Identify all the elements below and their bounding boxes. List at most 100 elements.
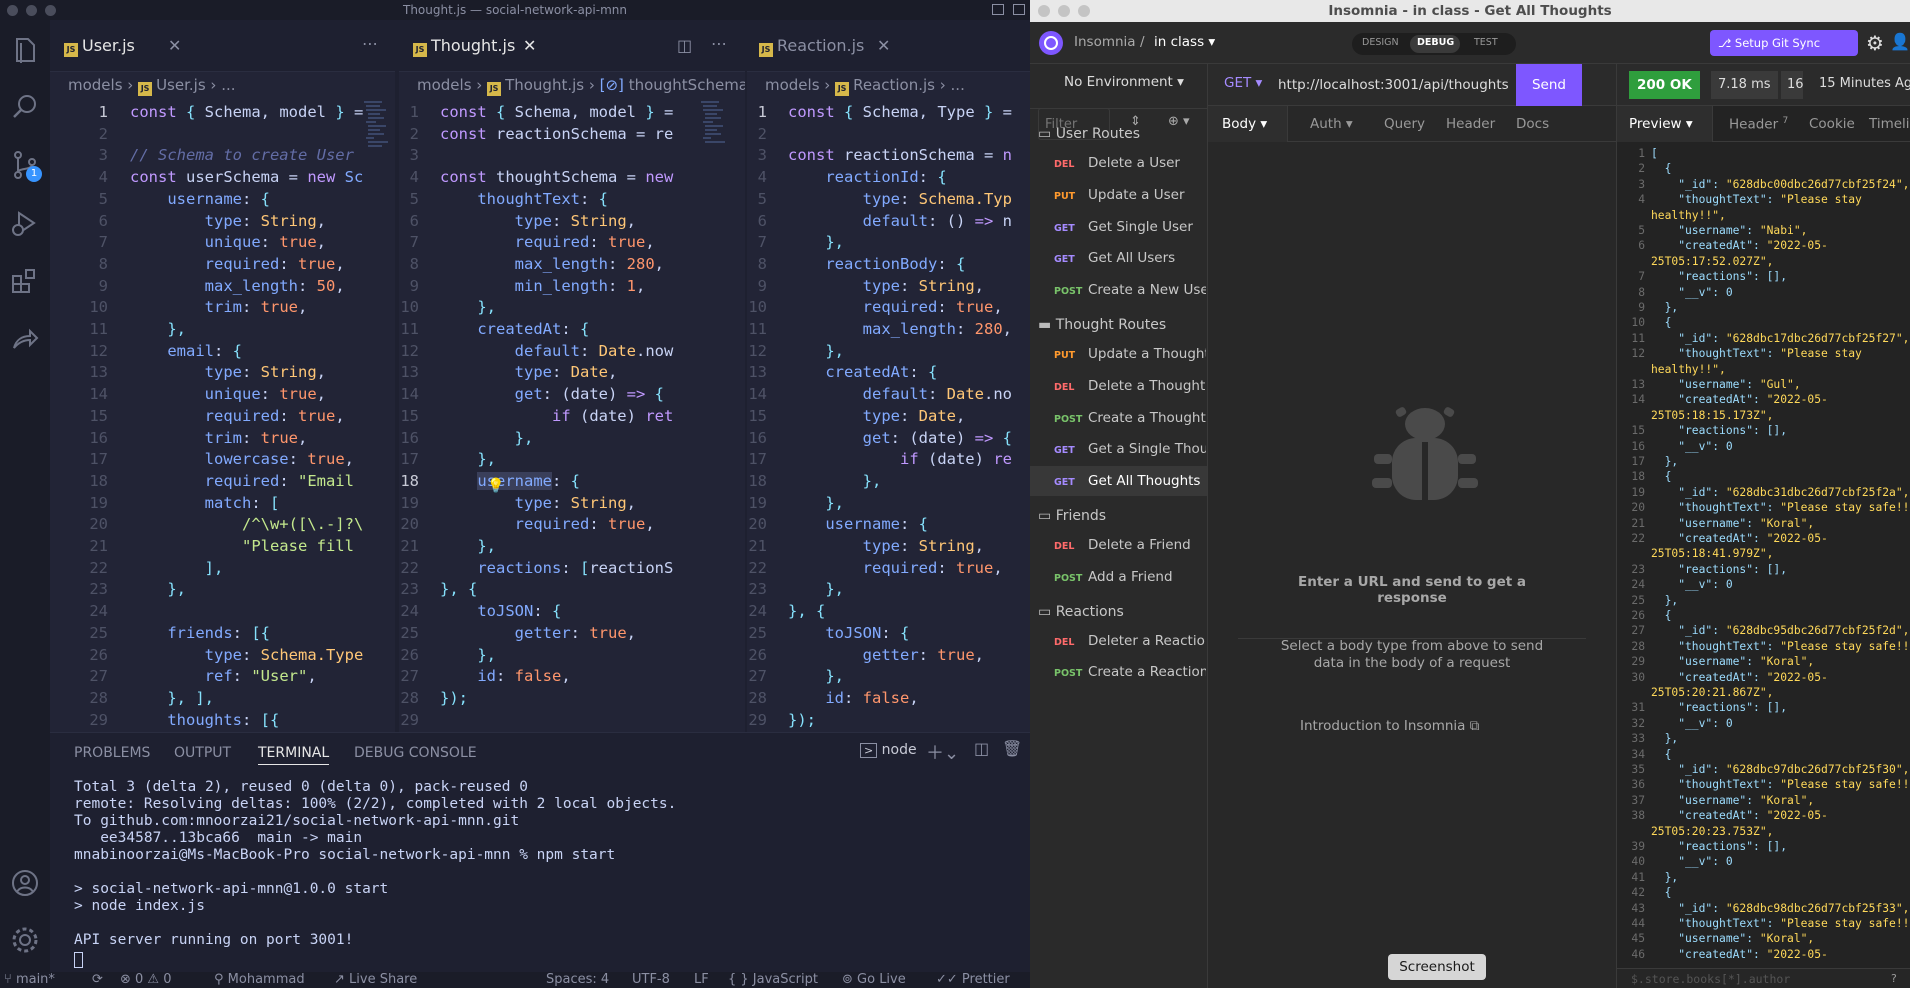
request-item[interactable]: GET Get All Thoughts bbox=[1030, 466, 1207, 497]
language-status[interactable]: { } JavaScript bbox=[728, 972, 818, 988]
folder-user-routes[interactable]: ▭ User Routes bbox=[1038, 126, 1140, 142]
breadcrumb-folder[interactable]: models bbox=[765, 76, 820, 94]
request-item[interactable]: POST Create a New User bbox=[1040, 275, 1206, 305]
terminal-shell-selector[interactable]: > node bbox=[860, 742, 917, 758]
breadcrumb-folder[interactable]: models bbox=[417, 76, 472, 94]
help-icon[interactable]: ? bbox=[1891, 972, 1897, 985]
breadcrumb-folder[interactable]: models bbox=[68, 76, 123, 94]
tab-cookie[interactable]: Cookie bbox=[1809, 116, 1855, 132]
request-item[interactable]: PUT Update a User bbox=[1040, 180, 1206, 210]
request-item[interactable]: DEL Deleter a Reaction bbox=[1040, 626, 1206, 656]
introduction-link[interactable]: Introduction to Insomnia ⧉ bbox=[1300, 718, 1479, 734]
tab-problems[interactable]: PROBLEMS bbox=[74, 745, 150, 761]
kill-terminal-icon[interactable]: 🗑 bbox=[1002, 739, 1022, 758]
search-icon[interactable] bbox=[8, 90, 42, 124]
tab-reaction-js[interactable]: JS Reaction.js bbox=[759, 34, 864, 58]
tab-user-js[interactable]: JS User.js bbox=[64, 34, 135, 58]
add-request-icon[interactable]: ⊕ ▾ bbox=[1168, 114, 1190, 129]
request-item[interactable]: DEL Delete a User bbox=[1040, 148, 1206, 178]
close-tab-icon[interactable]: ✕ bbox=[877, 34, 890, 58]
tab-debug-console[interactable]: DEBUG CONSOLE bbox=[354, 745, 477, 761]
preferences-gear-icon[interactable]: ⚙ bbox=[1866, 31, 1884, 55]
folder-friends[interactable]: ▭ Friends bbox=[1038, 508, 1106, 524]
breadcrumb-file[interactable]: Reaction.js bbox=[853, 76, 935, 94]
response-filter-input[interactable]: $.store.books[*].author bbox=[1631, 972, 1790, 986]
live-share-icon[interactable] bbox=[8, 322, 42, 356]
account-icon[interactable]: 👤 bbox=[1890, 32, 1910, 51]
explorer-icon[interactable] bbox=[8, 34, 42, 68]
split-editor-icon[interactable]: ◫ bbox=[677, 34, 692, 58]
request-item[interactable]: POST Add a Friend bbox=[1040, 562, 1206, 592]
account-icon[interactable] bbox=[8, 866, 42, 900]
minimap[interactable] bbox=[362, 98, 390, 158]
settings-gear-icon[interactable] bbox=[8, 923, 42, 957]
encoding-status[interactable]: UTF-8 bbox=[632, 972, 670, 988]
request-item[interactable]: GET Get a Single Thou... bbox=[1040, 434, 1206, 464]
more-actions-icon[interactable]: ⋯ bbox=[711, 32, 727, 56]
request-item[interactable]: GET Get All Users bbox=[1040, 243, 1206, 273]
tab-docs[interactable]: Docs bbox=[1516, 116, 1549, 132]
sync-icon[interactable]: ⟳ bbox=[92, 972, 103, 988]
environment-selector[interactable]: No Environment ▾ bbox=[1064, 74, 1184, 90]
history-selector[interactable]: 15 Minutes Ago ▾ bbox=[1819, 76, 1910, 91]
send-button[interactable]: Send bbox=[1516, 64, 1582, 106]
tab-terminal[interactable]: TERMINAL bbox=[258, 745, 330, 765]
zoom-window-button[interactable] bbox=[45, 5, 56, 16]
eol-status[interactable]: LF bbox=[694, 972, 709, 988]
tab-header[interactable]: Header bbox=[1446, 116, 1495, 132]
problems-indicator[interactable]: ⊗ 0 ⚠ 0 bbox=[120, 972, 172, 988]
indentation-status[interactable]: Spaces: 4 bbox=[546, 972, 609, 988]
close-window-button[interactable] bbox=[7, 5, 18, 16]
close-window-button[interactable] bbox=[1038, 5, 1050, 17]
new-terminal-icon[interactable]: ＋⌄ bbox=[926, 739, 959, 765]
mode-design[interactable]: DESIGN bbox=[1362, 37, 1399, 48]
minimize-window-button[interactable] bbox=[1058, 5, 1070, 17]
tab-query[interactable]: Query bbox=[1384, 116, 1425, 132]
run-debug-icon[interactable] bbox=[8, 206, 42, 240]
folder-reactions[interactable]: ▭ Reactions bbox=[1038, 604, 1124, 620]
tab-output[interactable]: OUTPUT bbox=[174, 745, 231, 761]
breadcrumb-symbol[interactable]: thoughtSchema bbox=[629, 76, 745, 94]
toggle-sidebar-icon[interactable] bbox=[992, 4, 1004, 15]
mode-debug[interactable]: DEBUG bbox=[1417, 37, 1454, 48]
tab-preview[interactable]: Preview ▾ bbox=[1629, 116, 1693, 132]
more-actions-icon[interactable]: ⋯ bbox=[362, 32, 378, 56]
extensions-icon[interactable] bbox=[8, 264, 42, 298]
breadcrumb-symbol[interactable]: ... bbox=[221, 76, 235, 94]
close-tab-icon[interactable]: ✕ bbox=[168, 34, 181, 58]
tab-timeline[interactable]: Timeline bbox=[1869, 116, 1910, 132]
branch-indicator[interactable]: ⑂ main* bbox=[4, 972, 55, 988]
zoom-window-button[interactable] bbox=[1078, 5, 1090, 17]
request-item[interactable]: POST Create a Reaction bbox=[1040, 657, 1206, 687]
breadcrumb-file[interactable]: Thought.js bbox=[505, 76, 584, 94]
request-item[interactable]: DEL Delete a Friend bbox=[1040, 530, 1206, 560]
mode-test[interactable]: TEST bbox=[1474, 37, 1498, 48]
breadcrumb-app[interactable]: Insomnia bbox=[1074, 34, 1136, 50]
prettier-status[interactable]: ✓✓ Prettier bbox=[936, 972, 1010, 988]
toggle-panel-icon[interactable] bbox=[1013, 4, 1025, 15]
request-item[interactable]: DEL Delete a Thought bbox=[1040, 371, 1206, 401]
request-item[interactable]: POST Create a Thought bbox=[1040, 403, 1206, 433]
request-item[interactable]: PUT Update a Thought bbox=[1040, 339, 1206, 369]
minimize-window-button[interactable] bbox=[26, 5, 37, 16]
account-indicator[interactable]: ⚲ Mohammad bbox=[214, 972, 305, 988]
close-tab-icon[interactable]: ✕ bbox=[523, 34, 536, 58]
url-input[interactable] bbox=[1278, 72, 1514, 98]
minimap[interactable] bbox=[699, 98, 727, 158]
tab-thought-js[interactable]: JS Thought.js bbox=[413, 34, 515, 58]
tab-auth[interactable]: Auth ▾ bbox=[1310, 116, 1353, 132]
workspace-selector[interactable]: in class ▾ bbox=[1154, 34, 1215, 50]
source-control-icon[interactable]: 1 bbox=[8, 148, 42, 182]
folder-thought-routes[interactable]: ▬ Thought Routes bbox=[1038, 317, 1166, 333]
live-share-status[interactable]: ↗ Live Share bbox=[334, 972, 417, 988]
method-selector[interactable]: GET ▾ bbox=[1224, 75, 1262, 91]
go-live-status[interactable]: ⊚ Go Live bbox=[842, 972, 906, 988]
git-sync-button[interactable]: ⎇ Setup Git Sync bbox=[1710, 30, 1858, 56]
lightbulb-icon[interactable]: 💡 bbox=[487, 478, 504, 494]
split-terminal-icon[interactable]: ◫ bbox=[974, 739, 989, 758]
breadcrumb-symbol[interactable]: ... bbox=[951, 76, 965, 94]
tab-response-header[interactable]: Header 7 bbox=[1729, 116, 1788, 133]
insomnia-logo-icon[interactable] bbox=[1039, 31, 1063, 55]
tab-body[interactable]: Body ▾ bbox=[1222, 116, 1267, 132]
breadcrumb-file[interactable]: User.js bbox=[156, 76, 206, 94]
